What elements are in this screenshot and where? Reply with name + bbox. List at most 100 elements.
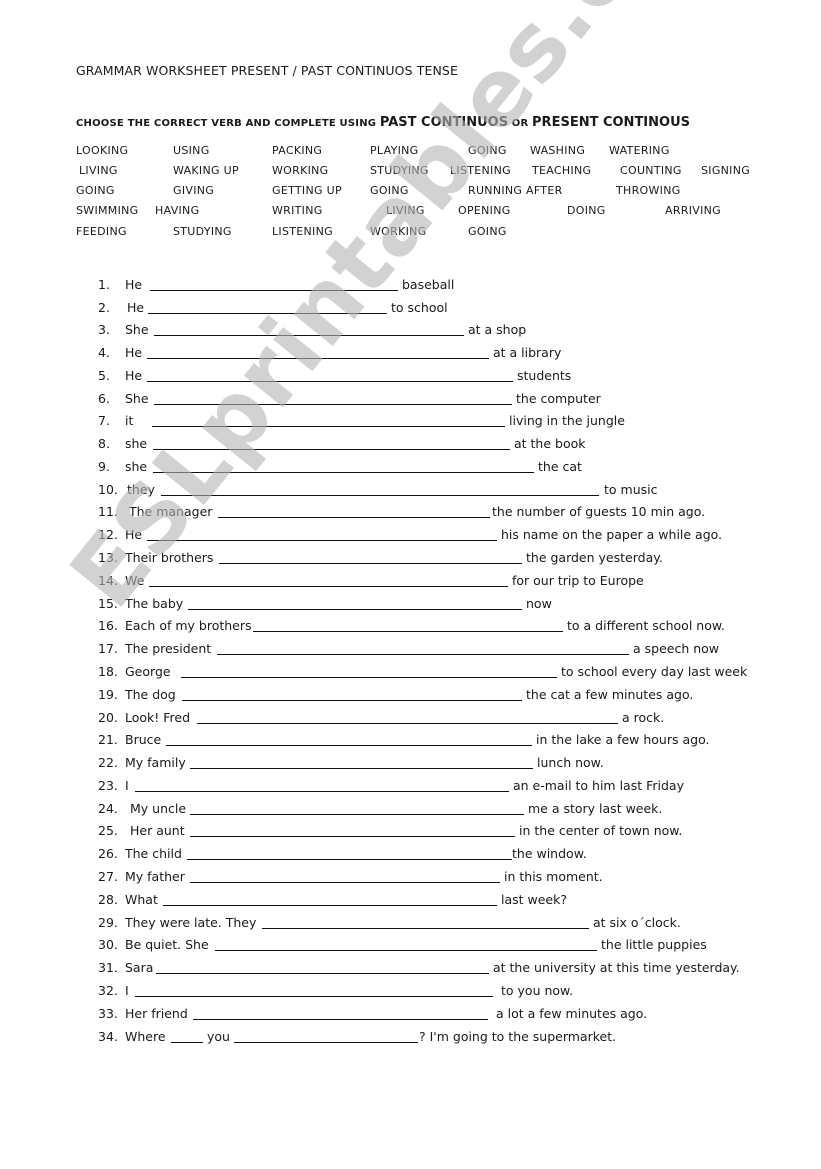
exercise-subject: He <box>127 300 145 315</box>
exercise-subject: What <box>125 892 158 907</box>
exercise-number: 10. <box>98 482 118 497</box>
exercise-number: 34. <box>98 1029 118 1044</box>
answer-blank[interactable] <box>148 313 387 314</box>
answer-blank[interactable] <box>218 517 490 518</box>
exercise-ending: the cat a few minutes ago. <box>526 687 694 702</box>
verb-bank-word: LOOKING <box>76 144 129 157</box>
answer-blank[interactable] <box>154 404 512 405</box>
answer-blank[interactable] <box>163 905 497 906</box>
exercise-ending: last week? <box>501 892 567 907</box>
verb-bank-word: WASHING <box>530 144 586 157</box>
answer-blank[interactable] <box>150 290 398 291</box>
exercise-number: 8. <box>98 436 110 451</box>
verb-bank-word: STUDYING <box>370 164 429 177</box>
answer-blank[interactable] <box>153 449 510 450</box>
exercise-subject: The baby <box>125 596 184 611</box>
exercise-ending: in the center of town now. <box>519 823 683 838</box>
verb-bank-word: SIGNING <box>701 164 751 177</box>
answer-blank[interactable] <box>190 814 524 815</box>
answer-blank[interactable] <box>193 1019 488 1020</box>
exercise-number: 9. <box>98 459 110 474</box>
verb-bank-word: TEACHING <box>532 164 592 177</box>
exercise-ending: a speech now <box>633 641 720 656</box>
exercise-ending: to you now. <box>501 983 574 998</box>
verb-bank-word: GIVING <box>173 184 215 197</box>
answer-blank[interactable] <box>153 472 534 473</box>
exercise-subject: My family <box>125 755 186 770</box>
answer-blank[interactable] <box>187 859 512 860</box>
answer-blank[interactable] <box>219 563 522 564</box>
exercise-ending: the computer <box>516 391 601 406</box>
exercise-ending: at a shop <box>468 322 527 337</box>
exercise-number: 23. <box>98 778 118 793</box>
answer-blank[interactable] <box>166 745 532 746</box>
exercise-subject: The child <box>125 846 182 861</box>
answer-blank[interactable] <box>147 381 513 382</box>
verb-bank-word: SWIMMING <box>76 204 139 217</box>
answer-blank[interactable] <box>197 723 618 724</box>
answer-blank[interactable] <box>154 335 464 336</box>
exercise-subject: She <box>125 391 149 406</box>
exercise-number: 20. <box>98 710 118 725</box>
exercise-ending: to a different school now. <box>567 618 725 633</box>
answer-blank[interactable] <box>156 973 489 974</box>
exercise-subject: they <box>127 482 155 497</box>
exercise-ending: me a story last week. <box>528 801 663 816</box>
exercise-subject: They were late. They <box>125 915 257 930</box>
verb-bank-word: GOING <box>76 184 115 197</box>
verb-bank-word: PACKING <box>272 144 323 157</box>
exercise-subject: Sara <box>125 960 154 975</box>
exercise-ending: at the book <box>514 436 586 451</box>
exercise-ending: the garden yesterday. <box>526 550 663 565</box>
answer-blank[interactable] <box>188 609 522 610</box>
answer-blank[interactable] <box>190 882 500 883</box>
exercise-ending: lunch now. <box>537 755 604 770</box>
exercise-number: 31. <box>98 960 118 975</box>
exercise-subject: Look! Fred <box>125 710 191 725</box>
answer-blank[interactable] <box>152 426 505 427</box>
exercise-number: 6. <box>98 391 110 406</box>
verb-bank-word: STUDYING <box>173 225 232 238</box>
exercise-ending: at a library <box>493 345 562 360</box>
exercise-number: 24. <box>98 801 118 816</box>
exercise-subject: Her aunt <box>130 823 185 838</box>
answer-blank[interactable] <box>182 700 522 701</box>
answer-blank[interactable] <box>262 928 589 929</box>
exercise-subject: She <box>125 322 149 337</box>
answer-blank[interactable] <box>217 654 629 655</box>
exercise-ending: the number of guests 10 min ago. <box>492 504 706 519</box>
answer-blank[interactable] <box>149 586 508 587</box>
exercise-number: 4. <box>98 345 110 360</box>
answer-blank[interactable] <box>215 950 597 951</box>
verb-bank-word: LIVING <box>79 164 118 177</box>
exercise-subject: I <box>125 778 129 793</box>
answer-blank[interactable] <box>171 1042 203 1043</box>
exercise-number: 17. <box>98 641 118 656</box>
exercise-ending: to school every day last week <box>561 664 748 679</box>
answer-blank[interactable] <box>161 495 599 496</box>
answer-blank[interactable] <box>147 540 497 541</box>
exercise-number: 25. <box>98 823 118 838</box>
exercise-subject: Be quiet. She <box>125 937 209 952</box>
answer-blank[interactable] <box>190 836 515 837</box>
exercise-number: 21. <box>98 732 118 747</box>
exercise-subject: He <box>125 277 143 292</box>
exercise-ending: the little puppies <box>601 937 707 952</box>
exercise-number: 33. <box>98 1006 118 1021</box>
exercise-number: 16. <box>98 618 118 633</box>
answer-blank[interactable] <box>181 677 557 678</box>
verb-bank-word: LISTENING <box>272 225 333 238</box>
exercise-ending: ? I'm going to the supermarket. <box>419 1029 617 1044</box>
verb-bank-word: WATERING <box>609 144 670 157</box>
exercise-middle-text: you <box>207 1029 230 1044</box>
answer-blank[interactable] <box>190 768 533 769</box>
exercise-number: 5. <box>98 368 110 383</box>
answer-blank[interactable] <box>135 791 509 792</box>
answer-blank[interactable] <box>253 631 563 632</box>
exercise-ending: an e-mail to him last Friday <box>513 778 684 793</box>
answer-blank[interactable] <box>135 996 493 997</box>
answer-blank[interactable] <box>147 358 489 359</box>
exercise-ending: at the university at this time yesterday… <box>493 960 740 975</box>
answer-blank[interactable] <box>234 1042 418 1043</box>
exercise-ending: for our trip to Europe <box>512 573 644 588</box>
